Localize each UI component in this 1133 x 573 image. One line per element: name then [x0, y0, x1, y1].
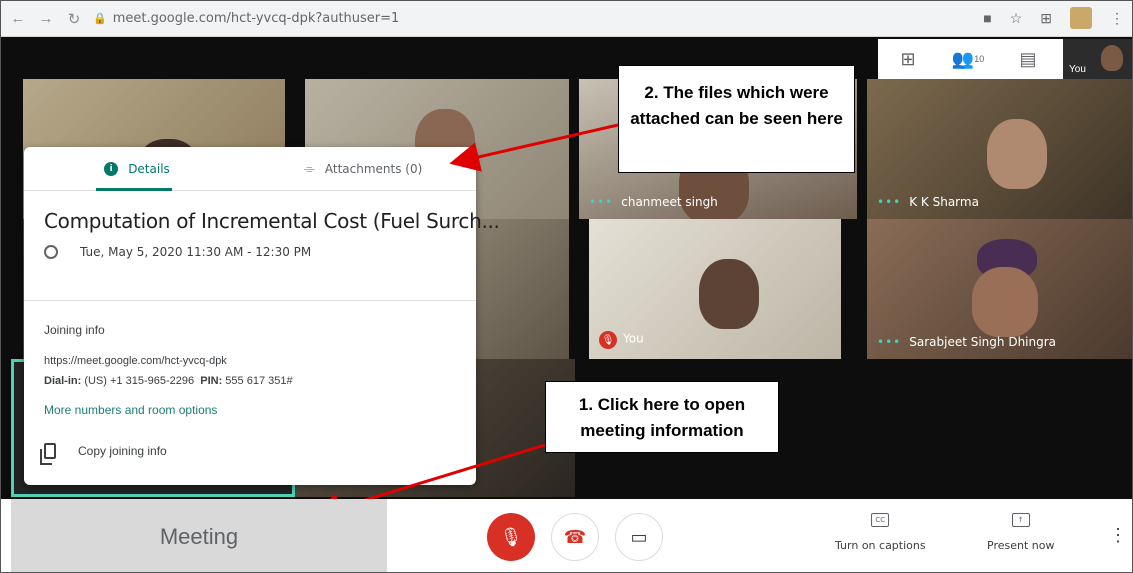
annotation-meeting: 1. Click here to open meeting informatio… — [545, 381, 779, 453]
camera-button[interactable]: ▭ — [615, 513, 663, 561]
dial-in-info: Dial-in: (US) +1 315-965-2296 PIN: 555 6… — [44, 375, 293, 387]
self-label: You — [1069, 64, 1086, 75]
back-arrow-icon[interactable]: ← — [7, 8, 29, 30]
joining-info-label: Joining info — [44, 323, 105, 337]
mic-off-icon: 🎙 — [599, 331, 617, 349]
self-view-thumbnail[interactable]: You — [1063, 39, 1132, 79]
forward-arrow-icon[interactable]: → — [35, 8, 57, 30]
reload-icon[interactable]: ↻ — [63, 8, 85, 30]
details-tabs: i Details ⌯ Attachments (0) — [24, 147, 476, 191]
video-camera-icon: ▭ — [630, 526, 648, 547]
meeting-title: Computation of Incremental Cost (Fuel Su… — [44, 209, 500, 233]
tab-details[interactable]: i Details — [24, 147, 250, 191]
copy-icon — [40, 443, 56, 465]
bottom-control-bar: Meeting 🎙 ☎ ▭ CC Turn on captions ↑ Pres… — [1, 499, 1132, 572]
meet-top-controls: ⊞ 👥 10 ▤ You — [878, 39, 1132, 79]
meeting-details-panel: i Details ⌯ Attachments (0) Computation … — [24, 147, 500, 485]
video-tile[interactable]: 🎙 You — [589, 219, 841, 359]
participant-name: 🎙 You — [599, 331, 644, 349]
layout-grid-icon[interactable]: ⊞ — [878, 39, 938, 79]
info-icon: i — [104, 161, 119, 176]
more-numbers-link[interactable]: More numbers and room options — [44, 403, 217, 417]
paperclip-icon: ⌯ — [303, 160, 315, 177]
menu-dots-icon[interactable]: ⋮ — [1110, 10, 1124, 27]
browser-toolbar: ← → ↻ 🔒 meet.google.com/hct-yvcq-dpk?aut… — [1, 1, 1132, 37]
browser-actions: ■ ☆ ⊞ ⋮ — [983, 7, 1124, 29]
people-icon[interactable]: 👥 10 — [938, 39, 998, 79]
screen: ← → ↻ 🔒 meet.google.com/hct-yvcq-dpk?aut… — [0, 0, 1133, 573]
star-icon[interactable]: ☆ — [1010, 10, 1023, 27]
self-face — [1101, 45, 1123, 71]
video-tile[interactable]: ••• K K Sharma — [867, 79, 1132, 219]
annotation-attachments: 2. The files which were attached can be … — [618, 65, 855, 173]
address-bar[interactable]: 🔒 meet.google.com/hct-yvcq-dpk?authuser=… — [93, 7, 993, 31]
mic-off-icon: 🎙 — [499, 526, 523, 547]
url-text: meet.google.com/hct-yvcq-dpk?authuser=1 — [112, 11, 400, 26]
camera-icon[interactable]: ■ — [983, 10, 991, 26]
participant-name: ••• K K Sharma — [877, 195, 979, 209]
captions-icon: CC — [871, 513, 890, 527]
extension-icon[interactable] — [1070, 7, 1092, 29]
meeting-details-button[interactable]: Meeting — [11, 499, 387, 572]
video-tile[interactable]: ••• Sarabjeet Singh Dhingra — [867, 219, 1132, 359]
captions-button[interactable]: CC Turn on captions — [835, 513, 926, 552]
mic-off-button[interactable]: 🎙 — [487, 513, 535, 561]
join-url: https://meet.google.com/hct-yvcq-dpk — [44, 355, 227, 367]
present-icon: ↑ — [1011, 513, 1030, 527]
hang-up-button[interactable]: ☎ — [551, 513, 599, 561]
lock-icon: 🔒 — [93, 12, 107, 25]
copy-joining-info-button[interactable]: Copy joining info — [40, 443, 167, 465]
participant-name: ••• Sarabjeet Singh Dhingra — [877, 335, 1057, 349]
grid-icon[interactable]: ⊞ — [1040, 10, 1052, 27]
chat-icon[interactable]: ▤ — [998, 39, 1058, 79]
phone-hangup-icon: ☎ — [563, 526, 587, 547]
divider — [24, 300, 476, 301]
tab-attachments[interactable]: ⌯ Attachments (0) — [250, 147, 476, 190]
clock-icon — [44, 245, 58, 259]
meeting-time: Tue, May 5, 2020 11:30 AM - 12:30 PM — [44, 245, 311, 259]
participant-name: ••• chanmeet singh — [589, 195, 718, 209]
present-now-button[interactable]: ↑ Present now — [987, 513, 1054, 552]
more-options-icon[interactable]: ⋮ — [1109, 525, 1127, 546]
